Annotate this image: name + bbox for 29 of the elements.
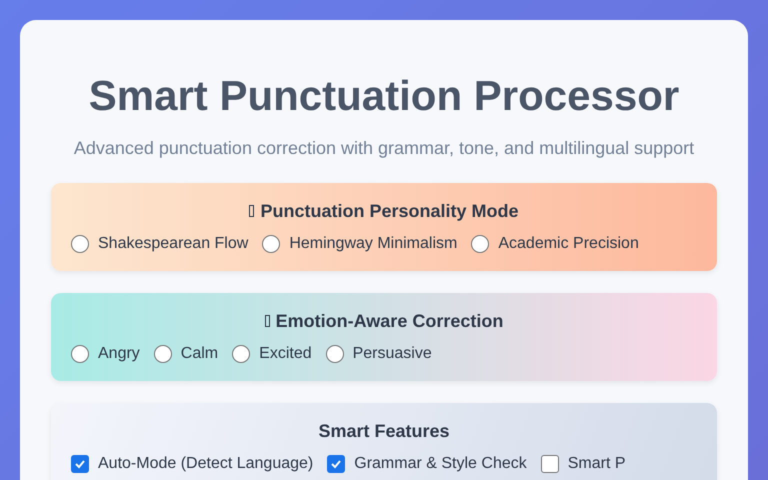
radio-option[interactable]: Excited <box>232 345 312 363</box>
radio-button[interactable] <box>262 235 280 253</box>
section-heading: Punctuation Personality Mode <box>260 200 519 223</box>
radio-button[interactable] <box>326 345 344 363</box>
radio-button[interactable] <box>232 345 250 363</box>
page-subtitle: Advanced punctuation correction with grammar, tone, and multilingual support <box>72 138 696 159</box>
checkmark-icon <box>74 458 86 470</box>
radio-option[interactable]: Hemingway Minimalism <box>262 235 458 253</box>
section-heading: Smart Features <box>318 420 450 443</box>
radio-button[interactable] <box>471 235 490 253</box>
radio-button[interactable] <box>71 235 89 253</box>
checkbox[interactable] <box>540 455 559 473</box>
radio-option[interactable]: Persuasive <box>326 345 432 363</box>
radio-option[interactable]: Angry <box>71 345 140 363</box>
radio-option[interactable]: Calm <box>154 345 218 363</box>
checkmark-icon <box>330 458 342 470</box>
missing-glyph-icon <box>264 315 270 327</box>
checkbox-option[interactable]: Smart P <box>540 455 626 473</box>
radio-button[interactable] <box>154 345 172 363</box>
checkbox[interactable] <box>327 455 346 473</box>
missing-glyph-icon <box>249 205 254 217</box>
checkbox-option[interactable]: Grammar & Style Check <box>327 455 527 473</box>
checkbox[interactable] <box>71 455 89 473</box>
section-heading: Emotion-Aware Correction <box>276 310 504 333</box>
checkbox-option[interactable]: Auto-Mode (Detect Language) <box>71 455 314 473</box>
radio-option[interactable]: Shakespearean Flow <box>71 235 248 253</box>
page-title: Smart Punctuation Processor <box>88 72 680 120</box>
radio-button[interactable] <box>71 345 89 363</box>
radio-option[interactable]: Academic Precision <box>471 235 639 253</box>
